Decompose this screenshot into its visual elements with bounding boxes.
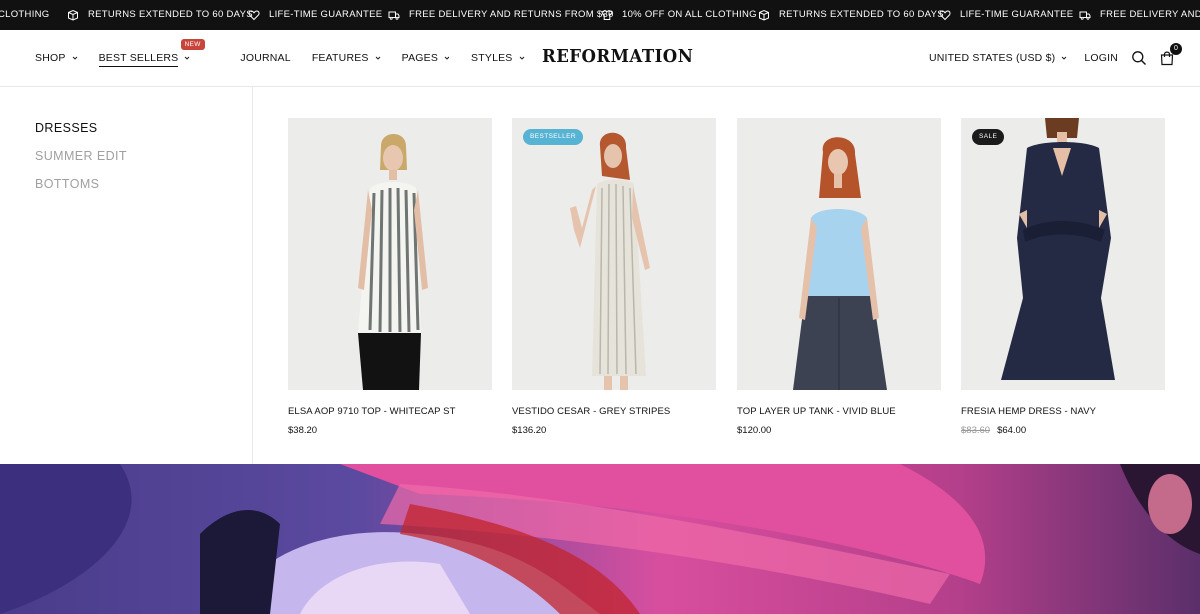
announcement-text: FREE DELIVERY AND RETURNS FROM $30 [409, 9, 614, 20]
mega-category-summer-edit[interactable]: SUMMER EDIT [35, 149, 127, 177]
price-current: $38.20 [288, 425, 318, 436]
announcement-text: 10% OFF ON ALL CLOTHING [622, 9, 757, 20]
model-photo [512, 118, 716, 390]
announcement-text: LIFE-TIME GUARANTEE [960, 9, 1074, 20]
chevron-down-icon [1061, 55, 1067, 61]
mega-menu: DRESSES SUMMER EDIT BOTTOMS ELSA AOP 971… [0, 87, 1200, 464]
product-name[interactable]: VESTIDO CESAR - GREY STRIPES [512, 406, 716, 417]
site-header: SHOP BEST SELLERS NEW JOURNAL FEATURES P… [0, 30, 1200, 87]
chevron-down-icon [184, 55, 190, 61]
currency-label: UNITED STATES (USD $) [928, 52, 1056, 64]
header-actions: UNITED STATES (USD $) LOGIN 0 [929, 30, 1182, 86]
announcement-item: LIFE-TIME GUARANTEE [939, 0, 1073, 30]
price-current: $64.00 [997, 425, 1027, 436]
shirt-icon [601, 9, 613, 21]
truck-icon [388, 9, 400, 21]
bestseller-badge: BESTSELLER [523, 129, 583, 145]
product-price: $120.00 [737, 425, 941, 436]
announcement-item: CLOTHING [0, 0, 50, 30]
announcement-text: LIFE-TIME GUARANTEE [269, 9, 383, 20]
announcement-text: CLOTHING [0, 9, 50, 20]
product-price: $136.20 [512, 425, 716, 436]
currency-selector[interactable]: UNITED STATES (USD $) [929, 52, 1067, 64]
announcement-item: FREE DELIVERY AND RETURNS FROM $30 [388, 0, 614, 30]
nav-pages[interactable]: PAGES [402, 52, 450, 64]
main-nav: SHOP BEST SELLERS NEW JOURNAL FEATURES P… [35, 30, 525, 86]
announcement-item: FREE DELIVERY AND RETURNS FROM $30 [1079, 0, 1200, 30]
announcement-item: RETURNS EXTENDED TO 60 DAYS [758, 0, 944, 30]
product-name[interactable]: ELSA AOP 9710 TOP - WHITECAP ST [288, 406, 492, 417]
nav-features[interactable]: FEATURES [312, 52, 381, 64]
product-card[interactable]: TOP LAYER UP TANK - VIVID BLUE $120.00 [737, 118, 941, 436]
nav-label: PAGES [401, 52, 439, 64]
cart-count-badge: 0 [1170, 43, 1182, 55]
nav-styles[interactable]: STYLES [471, 52, 524, 64]
nav-label: STYLES [471, 52, 513, 64]
price-current: $120.00 [737, 425, 772, 436]
product-image[interactable] [737, 118, 941, 390]
price-current: $136.20 [512, 425, 547, 436]
announcement-bar: CLOTHING RETURNS EXTENDED TO 60 DAYS LIF… [0, 0, 1200, 30]
product-name[interactable]: FRESIA HEMP DRESS - NAVY [961, 406, 1165, 417]
product-price: $83.60 $64.00 [961, 425, 1165, 436]
product-card[interactable]: ELSA AOP 9710 TOP - WHITECAP ST $38.20 [288, 118, 492, 436]
chevron-down-icon [519, 55, 525, 61]
product-card[interactable]: SALE FRESIA HEMP DRESS - NAVY $83.60 $64.… [961, 118, 1165, 436]
announcement-text: RETURNS EXTENDED TO 60 DAYS [779, 9, 944, 20]
mega-category-dresses[interactable]: DRESSES [35, 121, 127, 149]
chevron-down-icon [375, 55, 381, 61]
announcement-text: FREE DELIVERY AND RETURNS FROM $30 [1100, 9, 1200, 20]
product-image[interactable]: SALE [961, 118, 1165, 390]
hero-image [0, 464, 1200, 614]
product-name[interactable]: TOP LAYER UP TANK - VIVID BLUE [737, 406, 941, 417]
hero-banner [0, 464, 1200, 614]
nav-best-sellers[interactable]: BEST SELLERS NEW [98, 39, 205, 67]
heart-icon [939, 9, 951, 21]
login-link[interactable]: LOGIN [1084, 52, 1118, 64]
nav-label: BEST SELLERS [98, 52, 179, 67]
search-icon[interactable] [1131, 50, 1147, 66]
nav-journal[interactable]: JOURNAL [240, 52, 290, 64]
login-label: LOGIN [1084, 52, 1118, 64]
mega-category-bottoms[interactable]: BOTTOMS [35, 177, 127, 205]
product-image[interactable]: BESTSELLER [512, 118, 716, 390]
model-photo [961, 118, 1165, 390]
truck-icon [1079, 9, 1091, 21]
product-card[interactable]: BESTSELLER VESTIDO CESAR - GREY STRIPES … [512, 118, 716, 436]
box-icon [67, 9, 79, 21]
box-icon [758, 9, 770, 21]
mega-menu-categories: DRESSES SUMMER EDIT BOTTOMS [35, 121, 127, 205]
site-logo[interactable]: REFORMATION [542, 46, 693, 67]
nav-label: SHOP [35, 52, 66, 64]
product-price: $38.20 [288, 425, 492, 436]
announcement-item: 10% OFF ON ALL CLOTHING [601, 0, 757, 30]
announcement-item: LIFE-TIME GUARANTEE [248, 0, 382, 30]
chevron-down-icon [444, 55, 450, 61]
price-old: $83.60 [961, 425, 991, 436]
announcement-item: RETURNS EXTENDED TO 60 DAYS [67, 0, 253, 30]
mega-menu-divider [252, 87, 253, 464]
heart-icon [248, 9, 260, 21]
nav-shop[interactable]: SHOP [35, 52, 78, 64]
chevron-down-icon [72, 55, 78, 61]
new-badge: NEW [180, 39, 205, 50]
model-photo [288, 118, 492, 390]
nav-label: FEATURES [311, 52, 369, 64]
sale-badge: SALE [972, 129, 1005, 145]
model-photo [737, 118, 941, 390]
product-image[interactable] [288, 118, 492, 390]
announcement-text: RETURNS EXTENDED TO 60 DAYS [88, 9, 253, 20]
nav-label: JOURNAL [240, 52, 291, 64]
cart-button[interactable]: 0 [1159, 43, 1182, 66]
